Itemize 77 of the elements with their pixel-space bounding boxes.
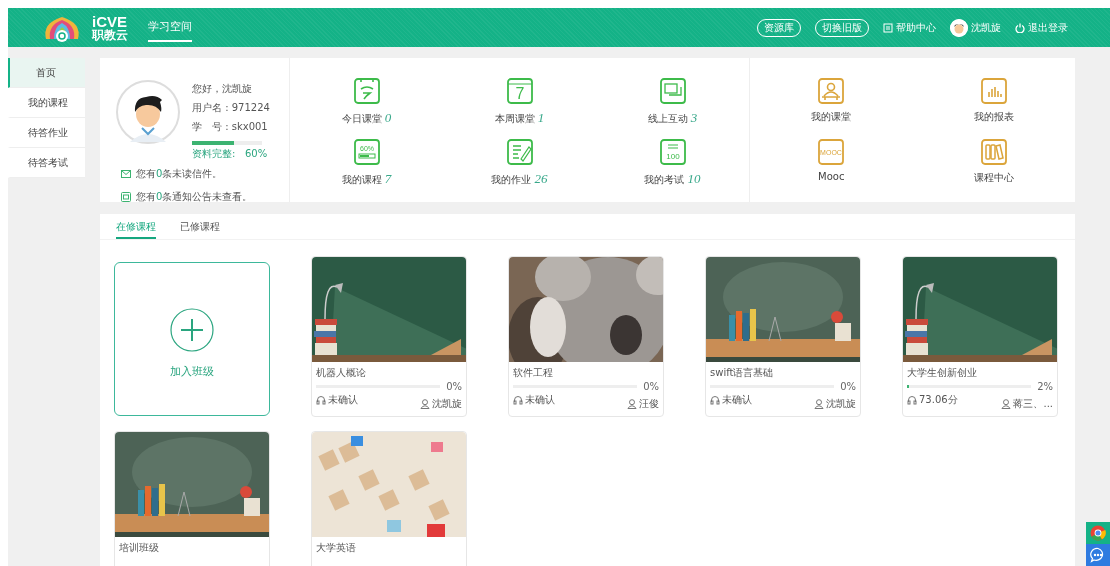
stat-label: 我的报表 xyxy=(973,110,1014,124)
avatar-icon xyxy=(950,18,968,37)
course-card[interactable]: swift语言基础 0% 未确认 沈凯旋 xyxy=(705,256,861,417)
stat-tile[interactable]: 7 本周课堂 1 xyxy=(443,78,596,131)
notice-icon xyxy=(121,192,131,202)
username-text: 用户名 : 971224 xyxy=(192,101,270,115)
person-icon xyxy=(420,399,430,409)
headset-icon xyxy=(907,395,917,405)
user-name: 沈凯旋 xyxy=(971,20,1001,35)
score-sheet-icon: 100 xyxy=(659,139,686,165)
greeting-text: 您好，沈凯旋 xyxy=(192,82,253,96)
person-icon xyxy=(1001,399,1012,409)
course-card[interactable]: 机器人概论 0% 未确认 沈凯旋 xyxy=(311,256,467,417)
headset-icon xyxy=(316,395,326,405)
stat-tile[interactable]: 今日课堂 0 xyxy=(290,78,443,131)
plus-icon xyxy=(170,308,214,352)
stat-label: 我的作业 26 xyxy=(491,171,548,187)
browser-icon xyxy=(1090,525,1106,541)
brand-subtitle: 职教云 xyxy=(92,29,128,41)
course-title: 培训班级 xyxy=(119,541,160,555)
stat-label: 课程中心 xyxy=(973,171,1014,185)
stat-tile[interactable]: 线上互动 3 xyxy=(596,78,749,131)
sidebar-item[interactable]: 首页 xyxy=(8,58,85,88)
course-title: 机器人概论 xyxy=(316,366,367,380)
person-icon xyxy=(627,399,637,409)
course-title: 大学英语 xyxy=(316,541,357,555)
course-card[interactable]: 软件工程 0% 未确认 汪俊 xyxy=(508,256,664,417)
envelope-icon xyxy=(121,169,131,179)
stat-tile[interactable]: 100 我的考试 10 xyxy=(596,139,749,192)
message-text: 您有0条通知公告未查看。 xyxy=(136,190,253,204)
chat-bubble-icon xyxy=(1090,547,1106,563)
course-card[interactable]: 大学生创新创业 2% 73.06分 蒋三、... xyxy=(902,256,1058,417)
progress-percent: 0% xyxy=(840,381,856,392)
headset-icon xyxy=(710,395,720,405)
teacher-name: 沈凯旋 xyxy=(826,397,856,411)
brand-name: iCVE xyxy=(92,14,128,29)
course-title: swift语言基础 xyxy=(710,366,775,380)
headset-icon xyxy=(513,395,523,405)
course-title: 软件工程 xyxy=(513,366,554,380)
stat-tile[interactable]: 我的作业 26 xyxy=(443,139,596,192)
student-id-text: 学 号 : skx001 xyxy=(192,120,269,134)
stat-label: 我的课堂 xyxy=(811,110,852,124)
stat-tile[interactable]: 我的课堂 xyxy=(750,78,913,131)
stat-label: 本周课堂 1 xyxy=(494,110,545,126)
stat-tile[interactable]: 我的报表 xyxy=(912,78,1075,131)
person-icon xyxy=(814,399,824,409)
document-icon xyxy=(883,22,893,33)
power-icon xyxy=(1015,22,1025,33)
course-card[interactable]: 培训班级 xyxy=(114,431,270,566)
avatar-icon xyxy=(116,80,180,144)
logout-label: 退出登录 xyxy=(1028,20,1068,35)
help-label: 帮助中心 xyxy=(896,20,936,35)
course-card[interactable]: 大学英语 xyxy=(311,431,467,566)
completeness-text: 资料完整: 60% xyxy=(192,147,269,161)
stat-label: 我的课程 7 xyxy=(341,171,392,187)
teacher-name: 汪俊 xyxy=(639,397,659,411)
progress-percent: 2% xyxy=(1037,381,1053,392)
calendar-icon: 7 xyxy=(506,78,533,104)
course-title: 大学生创新创业 xyxy=(907,366,978,380)
stat-tile[interactable]: 课程中心 xyxy=(912,139,1075,192)
stat-label: Mooc xyxy=(818,171,845,182)
course-status: 未确认 xyxy=(525,393,555,407)
stat-label: 今日课堂 0 xyxy=(341,110,392,126)
teacher-name: 蒋三、... xyxy=(1013,397,1053,411)
course-status: 未确认 xyxy=(722,393,752,407)
progress-percent: 0% xyxy=(643,381,659,392)
progress-percent: 0% xyxy=(446,381,462,392)
browser-button[interactable] xyxy=(1086,522,1110,544)
teacher-name: 沈凯旋 xyxy=(432,397,462,411)
course-status: 未确认 xyxy=(328,393,358,407)
join-label: 加入班级 xyxy=(170,364,214,379)
tab[interactable]: 已修课程 xyxy=(180,214,220,239)
message-text: 您有0条未读信件。 xyxy=(136,167,223,181)
chat-button[interactable] xyxy=(1086,544,1110,566)
stat-label: 线上互动 3 xyxy=(647,110,698,126)
course-status: 73.06分 xyxy=(919,393,958,407)
stat-label: 我的考试 10 xyxy=(644,171,701,187)
